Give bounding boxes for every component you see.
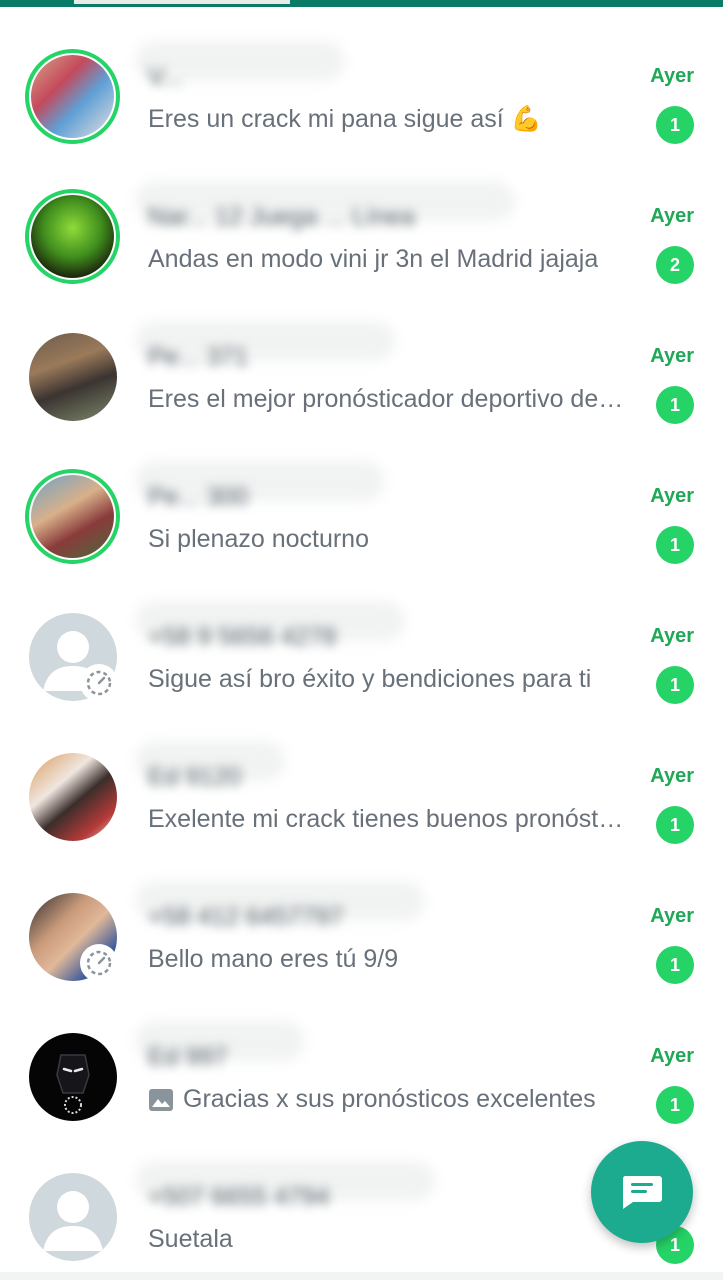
last-message: Eres un crack mi pana sigue así 💪	[148, 105, 542, 133]
contact-name: Pe... 371	[148, 343, 249, 371]
last-message: Exelente mi crack tienes buenos pronósti…	[148, 805, 628, 833]
chat-icon	[622, 1176, 662, 1209]
contact-name: Ed 9120	[148, 763, 242, 791]
message-time: Ayer	[650, 1045, 694, 1067]
chat-row[interactable]: Pe... 371 Eres el mejor pronósticador de…	[0, 285, 723, 425]
last-message: Eres el mejor pronósticador deportivo de…	[148, 385, 628, 413]
contact-name: Pe... 300	[148, 483, 249, 511]
message-time: Ayer	[650, 65, 694, 87]
avatar[interactable]	[25, 1169, 120, 1264]
message-time: Ayer	[650, 765, 694, 787]
avatar[interactable]	[25, 889, 120, 984]
contact-name: +58 412 6457797	[148, 903, 344, 931]
unread-count-badge: 1	[656, 526, 694, 564]
chat-list: V... Eres un crack mi pana sigue así 💪 A…	[0, 5, 723, 1265]
avatar[interactable]	[25, 609, 120, 704]
chat-row[interactable]: +58 412 6457797 Bello mano eres tú 9/9 A…	[0, 845, 723, 985]
contact-name: V...	[148, 63, 184, 91]
avatar[interactable]	[25, 749, 120, 844]
last-message: Suetala	[148, 1225, 233, 1253]
contact-name: +58 9 5656 4278	[148, 623, 337, 651]
unread-count-badge: 1	[656, 946, 694, 984]
unread-count-badge: 1	[656, 386, 694, 424]
avatar[interactable]	[25, 189, 120, 284]
unread-count-badge: 2	[656, 246, 694, 284]
last-message: Bello mano eres tú 9/9	[148, 945, 399, 973]
default-avatar-icon	[43, 1191, 103, 1251]
tab-indicator	[74, 0, 290, 4]
avatar[interactable]	[25, 469, 120, 564]
contact-name: Ed 997	[148, 1043, 228, 1071]
unread-count-badge: 1	[656, 666, 694, 704]
message-time: Ayer	[650, 905, 694, 927]
message-time: Ayer	[650, 345, 694, 367]
unread-count-badge: 1	[656, 106, 694, 144]
chat-row[interactable]: Nar... 12 Juega ... Línea Andas en modo …	[0, 145, 723, 285]
last-message: Gracias x sus pronósticos excelentes	[148, 1085, 628, 1114]
chat-row[interactable]: Pe... 300 Si plenazo nocturno Ayer 1	[0, 425, 723, 565]
chat-row[interactable]: Ed 9120 Exelente mi crack tienes buenos …	[0, 705, 723, 845]
unread-count-badge: 1	[656, 1086, 694, 1124]
chat-row[interactable]: +58 9 5656 4278 Sigue así bro éxito y be…	[0, 565, 723, 705]
contact-name: Nar... 12 Juega ... Línea	[148, 203, 415, 231]
avatar[interactable]	[25, 49, 120, 144]
status-pending-icon	[80, 944, 118, 982]
bottom-edge	[0, 1272, 723, 1280]
last-message: Andas en modo vini jr 3n el Madrid jajaj…	[148, 245, 599, 273]
chat-row[interactable]: V... Eres un crack mi pana sigue así 💪 A…	[0, 5, 723, 145]
chat-row[interactable]: Ed 997 Gracias x sus pronósticos excelen…	[0, 985, 723, 1125]
avatar-image	[56, 1054, 90, 1114]
unread-count-badge: 1	[656, 806, 694, 844]
contact-name: +507 6655 4794	[148, 1183, 330, 1211]
photo-icon	[149, 1088, 173, 1111]
last-message: Sigue así bro éxito y bendiciones para t…	[148, 665, 592, 693]
avatar[interactable]	[25, 1029, 120, 1124]
message-time: Ayer	[650, 625, 694, 647]
last-message: Si plenazo nocturno	[148, 525, 369, 553]
new-chat-button[interactable]	[591, 1141, 693, 1243]
message-time: Ayer	[650, 485, 694, 507]
avatar[interactable]	[25, 329, 120, 424]
status-pending-icon	[80, 664, 118, 702]
message-time: Ayer	[650, 205, 694, 227]
